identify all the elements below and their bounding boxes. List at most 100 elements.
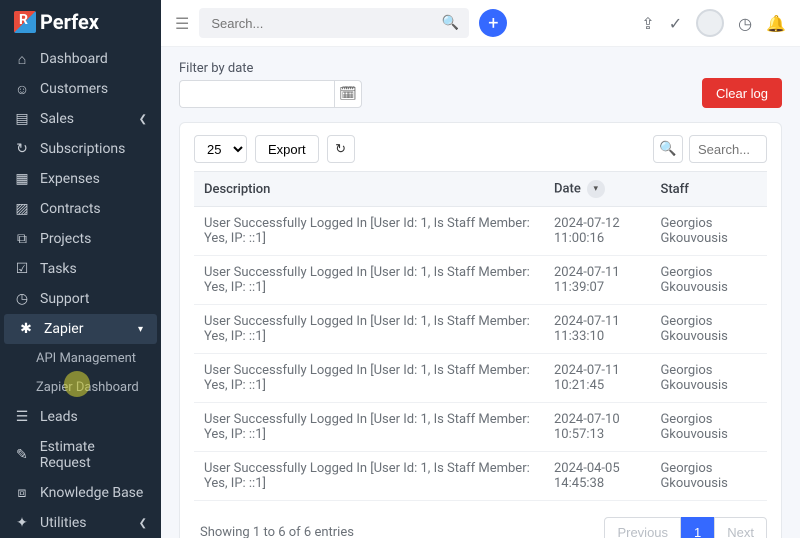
sidebar: Perfex ⌂ Dashboard ☺ Customers ▤ Sales ❮ ↻ Subsc…	[0, 0, 161, 538]
sidebar-item-label: Expenses	[40, 171, 100, 187]
sidebar-item-label: Sales	[40, 111, 74, 127]
cell-description: User Successfully Logged In [User Id: 1,…	[194, 354, 544, 403]
sidebar-item-projects[interactable]: ⧉Projects	[0, 224, 161, 254]
cell-staff: Georgios Gkouvousis	[650, 256, 767, 305]
table-row[interactable]: User Successfully Logged In [User Id: 1,…	[194, 403, 767, 452]
nav-list: ⌂ Dashboard ☺ Customers ▤ Sales ❮ ↻ Subscription…	[0, 44, 161, 538]
table-row[interactable]: User Successfully Logged In [User Id: 1,…	[194, 305, 767, 354]
zapier-icon: ✱	[18, 321, 34, 337]
cell-staff: Georgios Gkouvousis	[650, 452, 767, 501]
cell-date: 2024-07-11 10:21:45	[544, 354, 650, 403]
sidebar-item-knowledge-base[interactable]: ⧈Knowledge Base	[0, 478, 161, 508]
file-icon: ▦	[14, 171, 30, 187]
menu-toggle-icon[interactable]: ☰	[175, 14, 189, 33]
cell-description: User Successfully Logged In [User Id: 1,…	[194, 207, 544, 256]
page-size-select[interactable]: 25	[194, 135, 247, 163]
sidebar-item-leads[interactable]: ☰Leads	[0, 402, 161, 432]
col-staff[interactable]: Staff	[650, 172, 767, 207]
chevron-down-icon[interactable]: ▾	[587, 180, 605, 198]
clear-log-button[interactable]: Clear log	[702, 78, 782, 108]
calendar-icon[interactable]: 🗓	[334, 80, 362, 108]
brand[interactable]: Perfex	[0, 0, 161, 44]
cell-staff: Georgios Gkouvousis	[650, 207, 767, 256]
sidebar-item-sales[interactable]: ▤ Sales ❮	[0, 104, 161, 134]
sidebar-item-label: Customers	[40, 81, 108, 97]
sidebar-item-label: Contracts	[40, 201, 101, 217]
table-search-icon[interactable]: 🔍	[653, 135, 683, 163]
table-search-input[interactable]	[689, 135, 767, 163]
table-row[interactable]: User Successfully Logged In [User Id: 1,…	[194, 354, 767, 403]
check-icon[interactable]: ✓	[669, 14, 682, 33]
sidebar-subitem-api-management[interactable]: API Management	[0, 344, 161, 373]
add-button[interactable]: +	[479, 9, 507, 37]
sidebar-item-zapier[interactable]: ✱ Zapier ▾	[4, 314, 157, 344]
chart-icon: ⧉	[14, 231, 30, 247]
user-icon: ☺	[14, 81, 30, 97]
sidebar-item-label: Subscriptions	[40, 141, 125, 157]
check-icon: ☑	[14, 261, 30, 277]
sidebar-item-estimate-request[interactable]: ✎ Estimate Request	[0, 432, 161, 478]
contract-icon: ▨	[14, 201, 30, 217]
sidebar-item-label: Support	[40, 291, 89, 307]
sidebar-item-utilities[interactable]: ✦Utilities❮	[0, 508, 161, 538]
avatar[interactable]	[696, 9, 724, 37]
sidebar-item-dashboard[interactable]: ⌂ Dashboard	[0, 44, 161, 74]
refresh-icon[interactable]: ↻	[327, 135, 355, 163]
cell-date: 2024-07-12 11:00:16	[544, 207, 650, 256]
chevron-right-icon: ❮	[139, 518, 147, 529]
table-row[interactable]: User Successfully Logged In [User Id: 1,…	[194, 256, 767, 305]
share-icon[interactable]: ⇪	[641, 14, 654, 33]
brand-name: Perfex	[40, 10, 99, 34]
pagination: Previous 1 Next	[604, 517, 767, 538]
col-description[interactable]: Description	[194, 172, 544, 207]
sidebar-item-subscriptions[interactable]: ↻ Subscriptions	[0, 134, 161, 164]
sidebar-item-label: Tasks	[40, 261, 77, 277]
cell-staff: Georgios Gkouvousis	[650, 354, 767, 403]
entries-info: Showing 1 to 6 of 6 entries	[200, 525, 354, 538]
sidebar-item-label: Estimate Request	[40, 439, 147, 471]
kb-icon: ⧈	[14, 485, 30, 501]
cell-staff: Georgios Gkouvousis	[650, 305, 767, 354]
sidebar-item-contracts[interactable]: ▨ Contracts	[0, 194, 161, 224]
chevron-right-icon: ❮	[139, 114, 147, 125]
col-date[interactable]: Date▾	[544, 172, 650, 207]
filter-date-input[interactable]	[179, 80, 334, 108]
estimate-icon: ✎	[14, 447, 30, 463]
log-table: Description Date▾ Staff User Successfull…	[194, 171, 767, 501]
content-area: Filter by date 🗓 Clear log 25 Export ↻	[161, 47, 800, 538]
sidebar-item-label: Zapier	[44, 321, 83, 337]
speedometer-icon: ⌂	[14, 51, 30, 67]
sidebar-item-label: Dashboard	[40, 51, 108, 67]
sync-icon: ↻	[14, 141, 30, 157]
cell-date: 2024-07-11 11:33:10	[544, 305, 650, 354]
cell-staff: Georgios Gkouvousis	[650, 403, 767, 452]
cell-description: User Successfully Logged In [User Id: 1,…	[194, 256, 544, 305]
cursor-highlight	[64, 371, 90, 397]
support-icon: ◷	[14, 291, 30, 307]
previous-button[interactable]: Previous	[604, 517, 681, 538]
cell-date: 2024-07-11 11:39:07	[544, 256, 650, 305]
cell-date: 2024-07-10 10:57:13	[544, 403, 650, 452]
filter-date-label: Filter by date	[179, 61, 362, 76]
sidebar-item-support[interactable]: ◷ Support	[0, 284, 161, 314]
next-button[interactable]: Next	[714, 517, 767, 538]
sidebar-item-tasks[interactable]: ☑ Tasks	[0, 254, 161, 284]
table-row[interactable]: User Successfully Logged In [User Id: 1,…	[194, 207, 767, 256]
clock-icon[interactable]: ◷	[738, 14, 752, 33]
sidebar-subitem-zapier-dashboard[interactable]: Zapier Dashboard	[0, 373, 161, 402]
chevron-down-icon: ▾	[138, 324, 143, 335]
sidebar-item-customers[interactable]: ☺ Customers	[0, 74, 161, 104]
bell-icon[interactable]: 🔔	[766, 14, 786, 33]
search-input[interactable]	[199, 8, 469, 38]
sidebar-item-label: Utilities	[40, 515, 87, 531]
table-row[interactable]: User Successfully Logged In [User Id: 1,…	[194, 452, 767, 501]
sales-icon: ▤	[14, 111, 30, 127]
global-search: 🔍	[199, 8, 469, 38]
brand-icon	[14, 11, 36, 33]
sidebar-item-expenses[interactable]: ▦ Expenses	[0, 164, 161, 194]
cell-description: User Successfully Logged In [User Id: 1,…	[194, 403, 544, 452]
page-1-button[interactable]: 1	[681, 517, 714, 538]
search-icon[interactable]: 🔍	[442, 15, 459, 31]
export-button[interactable]: Export	[255, 135, 319, 163]
log-card: 25 Export ↻ 🔍 Description Date▾ Staf	[179, 122, 782, 538]
